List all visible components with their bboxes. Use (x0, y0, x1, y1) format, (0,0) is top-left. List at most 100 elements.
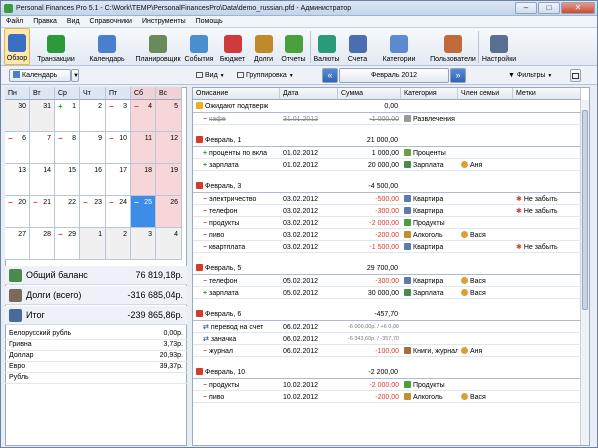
transaction-row[interactable]: − продукты 10.02.2012 -2 000,00 Продукты (193, 380, 581, 391)
calendar-day-cell[interactable]: 18 (131, 164, 156, 196)
menu-item[interactable]: Инструменты (137, 18, 191, 25)
date-group-header[interactable]: Февраль, 6 -457,70 (193, 309, 581, 321)
calendar-day-cell[interactable]: 6− (5, 132, 30, 164)
transaction-row[interactable]: − квартплата 03.02.2012 -1 500,00 Квартира ✱… (193, 242, 581, 253)
calendar-day-cell[interactable]: 23− (80, 196, 106, 228)
date-group-header[interactable]: Февраль, 5 29 700,00 (193, 263, 581, 275)
toolbar-overview-button[interactable]: Обзор (4, 28, 30, 65)
menu-item[interactable]: Файл (1, 18, 28, 25)
calendar-day-cell[interactable]: 15 (55, 164, 80, 196)
toolbar-calendar-button[interactable]: Календарь (82, 28, 132, 65)
maximize-button[interactable]: □ (538, 2, 560, 14)
calendar-day-cell[interactable]: 12 (156, 132, 182, 164)
transaction-row[interactable]: − электричество 03.02.2012 -500,00 Квартира… (193, 194, 581, 205)
date-group-header[interactable]: Февраль, 10 -2 200,00 (193, 367, 581, 379)
calendar-day-cell[interactable]: 13 (5, 164, 30, 196)
expense-marker-icon: − (58, 134, 63, 143)
transaction-row[interactable]: − пиво 03.02.2012 -200,00 Алкоголь Вася (193, 230, 581, 241)
transaction-category: Квартира (404, 276, 458, 287)
view-menu[interactable]: Вид ▼ (196, 72, 225, 79)
toolbar-transactions-button[interactable]: Транзакции (33, 28, 79, 65)
column-header-3[interactable]: Категория (401, 88, 458, 100)
transaction-row[interactable]: + проценты по вкла 01.02.2012 1 000,00 Проц… (193, 148, 581, 159)
vertical-scrollbar[interactable] (580, 100, 589, 445)
calendar-day-cell[interactable]: 16 (80, 164, 106, 196)
menu-item[interactable]: Правка (28, 18, 62, 25)
toolbar-users-button[interactable]: Пользователи (427, 28, 479, 65)
calendar-day-cell[interactable]: 19 (156, 164, 182, 196)
panel-toggle-button[interactable] (570, 69, 581, 82)
calendar-day-cell[interactable]: 22 (55, 196, 80, 228)
calendar-day-cell[interactable]: 27 (5, 228, 30, 260)
calendar-day-cell[interactable]: 24− (106, 196, 131, 228)
calendar-day-cell[interactable]: 20− (5, 196, 30, 228)
calendar-day-cell[interactable]: 21− (30, 196, 55, 228)
column-header-5[interactable]: Метки (513, 88, 581, 100)
toolbar-categories-button[interactable]: Категории (374, 28, 424, 65)
calendar-day-cell[interactable]: 7 (30, 132, 55, 164)
next-month-button[interactable]: » (450, 68, 466, 83)
menu-item[interactable]: Справочники (85, 18, 137, 25)
close-button[interactable]: ✕ (561, 2, 595, 14)
menu-item[interactable]: Вид (62, 18, 85, 25)
transaction-row[interactable]: − журнал 06.02.2012 -100,00 Книги, журнал Ан… (193, 346, 581, 357)
toolbar-accounts-button[interactable]: Счета (344, 28, 371, 65)
date-group-header[interactable]: Февраль, 3 -4 500,00 (193, 181, 581, 193)
current-month-label: Февраль 2012 (339, 68, 449, 83)
calendar-dropdown-arrow[interactable]: ▼ (71, 69, 79, 82)
date-group-header[interactable]: Ожидают подтверж 0,00 (193, 101, 581, 113)
calendar-day-cell[interactable]: 2 (80, 100, 106, 132)
toolbar-reports-button[interactable]: Отчеты (279, 28, 308, 65)
calendar-day-cell[interactable]: 17 (106, 164, 131, 196)
column-header-1[interactable]: Дата (280, 88, 338, 100)
minimize-button[interactable]: – (515, 2, 537, 14)
calendar-day-cell[interactable]: 11 (131, 132, 156, 164)
column-header-0[interactable]: Описание (193, 88, 280, 100)
calendar-dropdown[interactable]: Календарь (9, 69, 71, 82)
grouping-menu[interactable]: Группировка ▼ (237, 72, 294, 79)
menu-item[interactable]: Помощь (191, 18, 228, 25)
filters-menu[interactable]: ▼ Фильтры ▼ (508, 72, 552, 79)
calendar-day-cell[interactable]: 25− (131, 196, 156, 228)
calendar-day-cell[interactable]: 9 (80, 132, 106, 164)
transaction-row[interactable]: + зарплата 05.02.2012 30 000,00 Зарплата Вас… (193, 288, 581, 299)
calendar-day-cell[interactable]: 14 (30, 164, 55, 196)
toolbar-scheduler-button[interactable]: Планировщик (135, 28, 181, 65)
calendar-day-cell[interactable]: 1 + (55, 100, 80, 132)
transaction-row[interactable]: − пиво 10.02.2012 -200,00 Алкоголь Вася (193, 392, 581, 403)
calendar-day-cell[interactable]: 30 (5, 100, 30, 132)
calendar-day-cell[interactable]: 4− (131, 100, 156, 132)
transaction-row[interactable]: ⇄ заначка 06.02.2012 -6 343,60р. / -357,70 (193, 334, 581, 345)
column-header-2[interactable]: Сумма (338, 88, 401, 100)
calendar-day-cell[interactable]: 3− (106, 100, 131, 132)
transaction-row[interactable]: − телефон 05.02.2012 -300,00 Квартира Вася (193, 276, 581, 287)
calendar-day-cell[interactable]: 8− (55, 132, 80, 164)
transaction-row[interactable]: − телефон 03.02.2012 -300,00 Квартира ✱ Не з… (193, 206, 581, 217)
calendar-day-cell[interactable]: 3 (131, 228, 156, 260)
transaction-row[interactable]: − продукты 03.02.2012 -2 000,00 Продукты (193, 218, 581, 229)
toolbar-settings-button[interactable]: Настройки (482, 28, 516, 65)
calendar-day-cell[interactable]: 4 (156, 228, 182, 260)
calendar-day-cell[interactable]: 31 (30, 100, 55, 132)
transaction-row[interactable]: + зарплата 01.02.2012 20 000,00 Зарплата Аня (193, 160, 581, 171)
date-group-header[interactable]: Февраль, 1 21 000,00 (193, 135, 581, 147)
transaction-date: 06.02.2012 (283, 336, 319, 343)
calendar-day-cell[interactable]: 28 (30, 228, 55, 260)
toolbar-currencies-button[interactable]: Валюты (312, 28, 341, 65)
calendar-day-cell[interactable]: 26 (156, 196, 182, 228)
calendar-day-cell[interactable]: 29− (55, 228, 80, 260)
calendar-day-cell[interactable]: 10− (106, 132, 131, 164)
calendar-day-cell[interactable]: 1 (80, 228, 106, 260)
expense-marker-icon: − (109, 102, 114, 111)
prev-month-button[interactable]: « (322, 68, 338, 83)
transaction-row[interactable]: ⇄ перевод на счет 06.02.2012 -6 000,00р. /… (193, 322, 581, 333)
calendar-day-cell[interactable]: 5 (156, 100, 182, 132)
calendar-day-cell[interactable]: 2 (106, 228, 131, 260)
scrollbar-thumb[interactable] (582, 110, 588, 310)
toolbar-budget-button[interactable]: Бюджет (217, 28, 248, 65)
currency-name: Евро (9, 363, 26, 370)
transaction-row[interactable]: − кафе 31.01.2012 -1 000,00 Развлечения (193, 114, 581, 125)
column-header-4[interactable]: Член семьи (458, 88, 513, 100)
toolbar-events-button[interactable]: События (183, 28, 215, 65)
toolbar-debts-button[interactable]: Долги (250, 28, 277, 65)
